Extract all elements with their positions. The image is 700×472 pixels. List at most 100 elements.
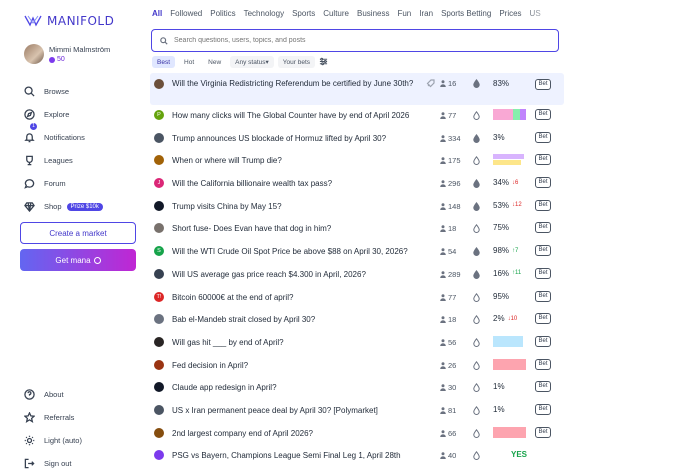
market-row[interactable]: Short fuse- Does Evan have that dog in h… [150,218,564,241]
creator-avatar[interactable]: P [154,110,164,120]
bet-button[interactable]: Bet [535,131,551,143]
nav-theme[interactable]: Light (auto) [24,429,82,452]
logo[interactable]: MANIFOLD [24,14,114,28]
bet-button[interactable]: Bet [535,267,551,279]
topic-tab[interactable]: Sports [292,9,315,18]
market-row[interactable]: Claude app redesign in April? 30 1% Bet [150,377,564,400]
filter-your-bets[interactable]: Your bets [277,56,316,68]
bet-button[interactable]: Bet [535,154,551,166]
nav-notifications[interactable]: 1 Notifications [24,123,103,149]
nav-shop[interactable]: Shop Prize $10k [24,195,103,218]
creator-avatar[interactable] [154,336,164,347]
nav-explore[interactable]: Explore [24,103,103,126]
market-row[interactable]: S Will the WTI Crude Oil Spot Price be ab… [150,241,564,264]
nav-referrals[interactable]: Referrals [24,406,82,429]
nav-browse[interactable]: Browse [24,80,103,103]
nav-about[interactable]: About [24,383,82,406]
avatar[interactable] [24,44,44,64]
market-title[interactable]: Bab el-Mandeb strait closed by April 30? [172,314,412,325]
market-title[interactable]: When or where will Trump die? [172,155,412,166]
status-dropdown[interactable]: Any status ▾ [230,56,274,68]
creator-avatar[interactable]: J [154,178,164,189]
market-title[interactable]: PSG vs Bayern, Champions League Semi Fin… [172,450,412,461]
topic-tab[interactable]: Culture [323,9,349,18]
market-row[interactable]: Bab el-Mandeb strait closed by April 30?… [150,309,564,332]
bet-button[interactable]: Bet [535,403,551,415]
bet-button[interactable]: Bet [535,177,551,189]
market-title[interactable]: Will the WTI Crude Oil Spot Price be abo… [172,246,412,257]
topic-tab[interactable]: Fun [397,9,411,18]
market-title[interactable]: Trump announces US blockade of Hormuz li… [172,133,412,144]
bet-button[interactable]: Bet [535,109,551,120]
creator-avatar[interactable] [154,450,164,461]
market-row[interactable]: Trump announces US blockade of Hormuz li… [150,128,564,151]
bet-button[interactable]: Bet [535,313,551,325]
boost-button[interactable] [426,79,435,88]
bet-button[interactable]: Bet [535,381,551,393]
create-market-button[interactable]: Create a market [20,222,136,244]
topic-tab[interactable]: Iran [419,9,433,18]
market-title[interactable]: Fed decision in April? [172,360,412,371]
filter-hot[interactable]: Hot [179,56,200,68]
creator-avatar[interactable]: T! [154,291,164,302]
market-row[interactable]: US x Iran permanent peace deal by April … [150,400,564,423]
market-title[interactable]: US x Iran permanent peace deal by April … [172,405,412,416]
nav-sign-out[interactable]: Sign out [24,452,82,472]
search-input[interactable] [174,37,534,44]
market-row[interactable]: When or where will Trump die? 175 Bet [150,150,564,173]
creator-avatar[interactable] [154,155,164,166]
creator-avatar[interactable] [154,427,164,438]
market-row[interactable]: T! Bitcoin 60000€ at the end of april? 77 9… [150,287,564,310]
market-title[interactable]: Will the Virginia Redistricting Referend… [172,78,417,89]
market-row[interactable]: Will US average gas price reach $4.300 i… [150,264,564,287]
market-row[interactable]: Will the Virginia Redistricting Referend… [150,73,564,105]
get-mana-button[interactable]: Get mana [20,249,136,271]
bet-button[interactable]: Bet [535,199,551,211]
search-bar[interactable] [151,29,559,52]
creator-avatar[interactable] [154,223,164,234]
bet-button[interactable]: Bet [535,358,551,370]
market-title[interactable]: How many clicks will The Global Counter … [172,110,412,121]
bet-button[interactable]: Bet [535,222,551,234]
bet-button[interactable]: Bet [535,426,551,438]
market-row[interactable]: J Will the California billionaire wealth … [150,173,564,196]
creator-avatar[interactable] [154,382,164,393]
market-row[interactable]: PSG vs Bayern, Champions League Semi Fin… [150,445,564,468]
nav-forum[interactable]: Forum [24,172,103,195]
topic-tab[interactable]: Politics [210,9,235,18]
nav-leagues[interactable]: Leagues [24,149,103,172]
sliders-button[interactable] [319,57,328,68]
market-title[interactable]: Bitcoin 60000€ at the end of april? [172,292,412,303]
creator-avatar[interactable] [154,359,164,370]
creator-avatar[interactable] [154,268,164,279]
creator-avatar[interactable] [154,132,164,143]
market-row[interactable]: Fed decision in April? 26 Bet [150,355,564,378]
creator-avatar[interactable] [154,314,164,325]
creator-avatar[interactable]: S [154,246,164,257]
market-title[interactable]: Will gas hit ___ by end of April? [172,337,412,348]
topic-tab[interactable]: Technology [244,9,284,18]
market-title[interactable]: Claude app redesign in April? [172,382,412,393]
market-title[interactable]: Trump visits China by May 15? [172,201,412,212]
market-row[interactable]: Trump visits China by May 15? 148 53% ↓12 Be… [150,196,564,219]
topic-tab[interactable]: Sports Betting [441,9,491,18]
user-profile[interactable]: Mimmi Malmström 50 [24,44,110,64]
market-row[interactable]: 2nd largest company end of April 2026? 66… [150,423,564,446]
topic-tab[interactable]: Followed [170,9,202,18]
topic-tab[interactable]: All [152,9,162,18]
creator-avatar[interactable] [154,200,164,211]
filter-new[interactable]: New [203,56,227,68]
market-row[interactable]: P How many clicks will The Global Counter… [150,105,564,128]
creator-avatar[interactable] [154,79,164,89]
filter-best[interactable]: Best [152,56,176,68]
bet-button[interactable]: Bet [535,335,551,347]
creator-avatar[interactable] [154,404,164,415]
market-row[interactable]: Will gas hit ___ by end of April? 56 Bet [150,332,564,355]
bet-button[interactable]: Bet [535,79,551,90]
bet-button[interactable]: Bet [535,245,551,257]
market-title[interactable]: Will the California billionaire wealth t… [172,178,412,189]
topic-tab[interactable]: Business [357,9,389,18]
market-title[interactable]: Short fuse- Does Evan have that dog in h… [172,223,412,234]
bet-button[interactable]: Bet [535,290,551,302]
topic-tab[interactable]: Prices [499,9,521,18]
